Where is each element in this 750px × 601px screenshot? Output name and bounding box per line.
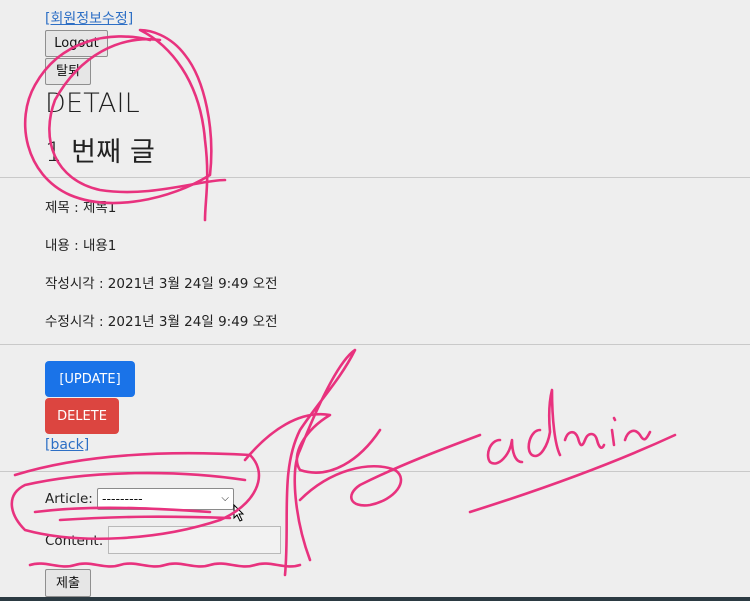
page-title: DETAIL [45, 88, 140, 119]
article-label: Article: [45, 491, 93, 507]
edit-profile-link[interactable]: [회원정보수정] [45, 8, 133, 28]
article-title-row: 제목 : 제목1 [45, 200, 117, 216]
divider-bottom [0, 471, 750, 472]
update-button[interactable]: [UPDATE] [45, 361, 135, 397]
article-select-value: --------- [102, 491, 143, 506]
annotation-admin-text [486, 388, 652, 465]
back-link[interactable]: [back] [45, 437, 89, 453]
logout-button[interactable]: Logout [45, 30, 108, 57]
taskbar-strip [0, 597, 750, 601]
content-input[interactable] [108, 526, 281, 554]
article-number-heading: 1 번째 글 [45, 137, 156, 168]
annotation-admin-underline [468, 433, 677, 514]
chevron-down-icon: ⌵ [221, 493, 229, 504]
withdraw-button[interactable]: 탈퇴 [45, 58, 91, 85]
divider-middle [0, 344, 750, 345]
submit-button[interactable]: 제출 [45, 569, 91, 597]
content-label: Content: [45, 533, 104, 549]
divider-top [0, 177, 750, 178]
article-updated-row: 수정시각 : 2021년 3월 24일 9:49 오전 [45, 314, 278, 330]
annotation-form-strike-2 [58, 515, 232, 522]
delete-button[interactable]: DELETE [45, 398, 119, 434]
article-created-row: 작성시각 : 2021년 3월 24일 9:49 오전 [45, 276, 278, 292]
article-content-row: 내용 : 내용1 [45, 238, 117, 254]
annotation-wavy-underline [28, 562, 302, 568]
mouse-cursor-icon [232, 503, 248, 522]
article-select[interactable]: --------- ⌵ [97, 488, 234, 510]
